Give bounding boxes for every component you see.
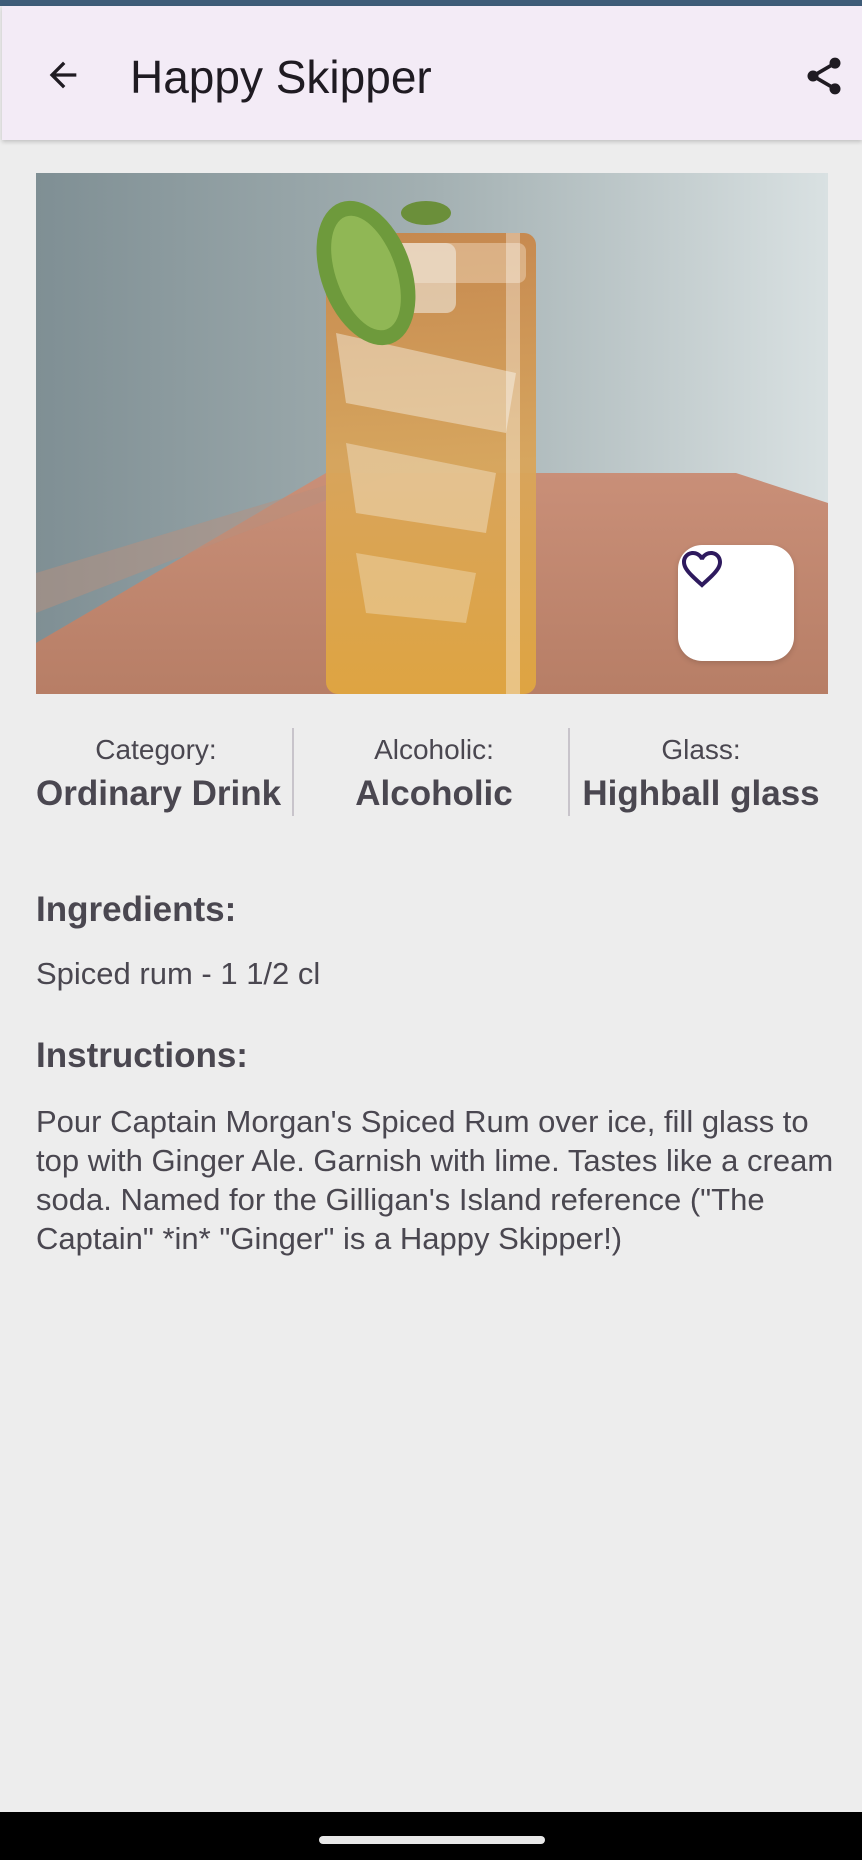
glass-label: Glass: (661, 734, 741, 765)
instructions-text: Pour Captain Morgan's Spiced Rum over ic… (36, 1104, 834, 1256)
instructions-heading: Instructions: (36, 1036, 248, 1075)
drink-info-row: Category: Ordinary Drink Alcoholic: Alco… (36, 724, 828, 824)
ingredient-item: Spiced rum - 1 1/2 cl (36, 956, 321, 991)
cocktail-image (36, 173, 828, 694)
alcoholic-info: Alcoholic: Alcoholic (296, 724, 572, 820)
arrow-back-icon (49, 61, 77, 89)
info-divider (292, 728, 294, 816)
system-navigation-bar (0, 1812, 862, 1860)
page-title: Happy Skipper (130, 51, 432, 103)
glass-info: Glass: Highball glass (574, 724, 828, 820)
alcoholic-label: Alcoholic: (374, 734, 494, 765)
heart-outline-icon (682, 551, 722, 588)
gesture-handle[interactable] (319, 1836, 545, 1844)
glass-value: Highball glass (582, 774, 820, 813)
share-button[interactable] (792, 44, 856, 108)
top-app-bar: Happy Skipper (2, 6, 862, 140)
back-button[interactable] (32, 44, 94, 106)
category-label: Category: (95, 734, 217, 765)
category-info: Category: Ordinary Drink (36, 724, 282, 820)
favorite-button[interactable] (678, 545, 794, 661)
ingredients-heading: Ingredients: (36, 890, 237, 929)
category-value: Ordinary Drink (36, 774, 282, 813)
info-divider (568, 728, 570, 816)
share-icon (807, 57, 841, 95)
alcoholic-value: Alcoholic (355, 774, 513, 813)
